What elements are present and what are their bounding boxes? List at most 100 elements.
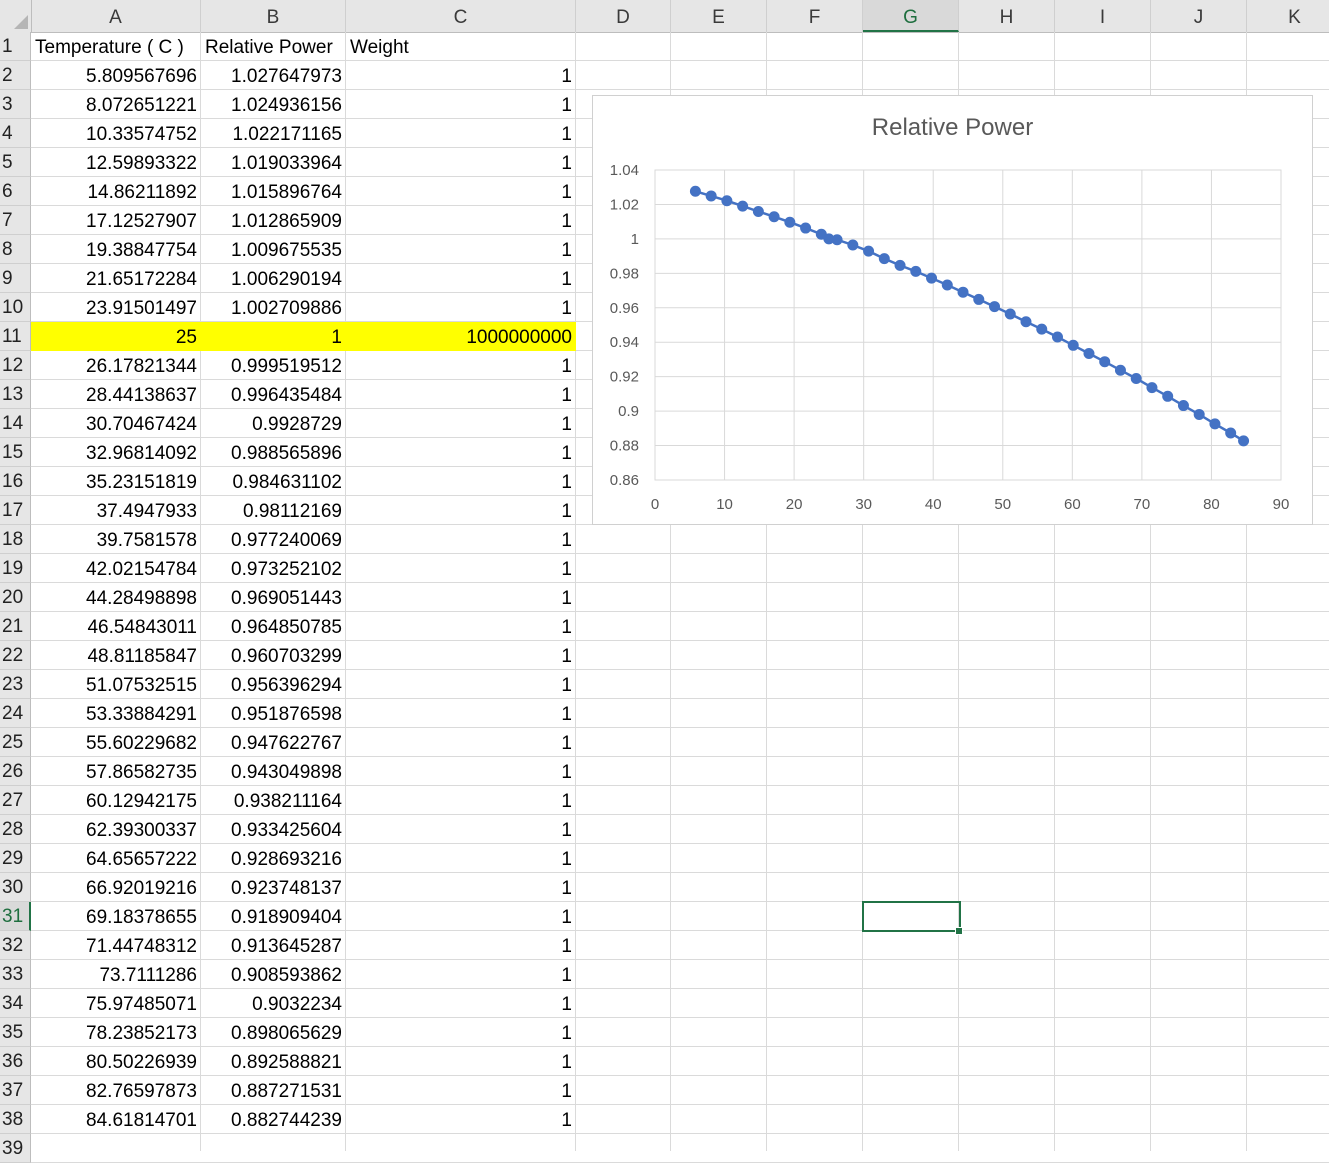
cell-a29[interactable]: 64.65657222 <box>31 844 201 873</box>
row-header-26[interactable]: 26 <box>0 757 31 786</box>
cell-c27[interactable]: 1 <box>346 786 576 815</box>
cell-c17[interactable]: 1 <box>346 496 576 525</box>
cell-b15[interactable]: 0.988565896 <box>201 438 346 467</box>
row-header-9[interactable]: 9 <box>0 264 31 293</box>
row-header-12[interactable]: 12 <box>0 351 31 380</box>
row-header-30[interactable]: 30 <box>0 873 31 902</box>
cell-b18[interactable]: 0.977240069 <box>201 525 346 554</box>
cell-a10[interactable]: 23.91501497 <box>31 293 201 322</box>
cell-c36[interactable]: 1 <box>346 1047 576 1076</box>
row-header-11[interactable]: 11 <box>0 322 31 351</box>
cell-c13[interactable]: 1 <box>346 380 576 409</box>
cell-b26[interactable]: 0.943049898 <box>201 757 346 786</box>
row-header-25[interactable]: 25 <box>0 728 31 757</box>
cell-a26[interactable]: 57.86582735 <box>31 757 201 786</box>
row-header-38[interactable]: 38 <box>0 1105 31 1134</box>
cell-b4[interactable]: 1.022171165 <box>201 119 346 148</box>
cell-a24[interactable]: 53.33884291 <box>31 699 201 728</box>
row-header-21[interactable]: 21 <box>0 612 31 641</box>
cell-b7[interactable]: 1.012865909 <box>201 206 346 235</box>
cell-b13[interactable]: 0.996435484 <box>201 380 346 409</box>
row-header-32[interactable]: 32 <box>0 931 31 960</box>
cell-a13[interactable]: 28.44138637 <box>31 380 201 409</box>
cell-c31[interactable]: 1 <box>346 902 576 931</box>
cell-b25[interactable]: 0.947622767 <box>201 728 346 757</box>
column-header-i[interactable]: I <box>1055 0 1151 32</box>
row-header-1[interactable]: 1 <box>0 32 31 61</box>
row-header-8[interactable]: 8 <box>0 235 31 264</box>
cell-a11[interactable]: 25 <box>31 322 201 351</box>
cell-a19[interactable]: 42.02154784 <box>31 554 201 583</box>
row-header-4[interactable]: 4 <box>0 119 31 148</box>
cell-a37[interactable]: 82.76597873 <box>31 1076 201 1105</box>
cell-a9[interactable]: 21.65172284 <box>31 264 201 293</box>
row-header-33[interactable]: 33 <box>0 960 31 989</box>
cell-a38[interactable]: 84.61814701 <box>31 1105 201 1134</box>
column-header-c[interactable]: C <box>346 0 576 32</box>
cell-c16[interactable]: 1 <box>346 467 576 496</box>
cell-b31[interactable]: 0.918909404 <box>201 902 346 931</box>
row-header-28[interactable]: 28 <box>0 815 31 844</box>
cell-a31[interactable]: 69.18378655 <box>31 902 201 931</box>
row-header-18[interactable]: 18 <box>0 525 31 554</box>
cell-b17[interactable]: 0.98112169 <box>201 496 346 525</box>
cell-b8[interactable]: 1.009675535 <box>201 235 346 264</box>
cell-a2[interactable]: 5.809567696 <box>31 61 201 90</box>
cell-c14[interactable]: 1 <box>346 409 576 438</box>
cell-c12[interactable]: 1 <box>346 351 576 380</box>
column-header-k[interactable]: K <box>1247 0 1329 32</box>
cell-a4[interactable]: 10.33574752 <box>31 119 201 148</box>
column-header-g[interactable]: G <box>863 0 959 32</box>
row-header-3[interactable]: 3 <box>0 90 31 119</box>
cell-a33[interactable]: 73.7111286 <box>31 960 201 989</box>
column-header-f[interactable]: F <box>767 0 863 32</box>
cell-b29[interactable]: 0.928693216 <box>201 844 346 873</box>
row-header-22[interactable]: 22 <box>0 641 31 670</box>
row-header-39[interactable]: 39 <box>0 1134 31 1163</box>
cell-c25[interactable]: 1 <box>346 728 576 757</box>
cell-c21[interactable]: 1 <box>346 612 576 641</box>
row-header-17[interactable]: 17 <box>0 496 31 525</box>
row-header-34[interactable]: 34 <box>0 989 31 1018</box>
cell-a25[interactable]: 55.60229682 <box>31 728 201 757</box>
select-all-corner[interactable] <box>0 0 32 32</box>
cell-a23[interactable]: 51.07532515 <box>31 670 201 699</box>
cell-c23[interactable]: 1 <box>346 670 576 699</box>
row-header-7[interactable]: 7 <box>0 206 31 235</box>
cell-a32[interactable]: 71.44748312 <box>31 931 201 960</box>
cell-a20[interactable]: 44.28498898 <box>31 583 201 612</box>
cell-a28[interactable]: 62.39300337 <box>31 815 201 844</box>
cell-c32[interactable]: 1 <box>346 931 576 960</box>
cell-a12[interactable]: 26.17821344 <box>31 351 201 380</box>
cell-c6[interactable]: 1 <box>346 177 576 206</box>
cell-b3[interactable]: 1.024936156 <box>201 90 346 119</box>
cell-b14[interactable]: 0.9928729 <box>201 409 346 438</box>
cell-a30[interactable]: 66.92019216 <box>31 873 201 902</box>
cell-a21[interactable]: 46.54843011 <box>31 612 201 641</box>
cell-c19[interactable]: 1 <box>346 554 576 583</box>
cell-a5[interactable]: 12.59893322 <box>31 148 201 177</box>
cell-c18[interactable]: 1 <box>346 525 576 554</box>
relative-power-chart[interactable]: Relative Power 0.86 0.88 0.9 0.92 0.94 0.96 0.… <box>592 95 1313 525</box>
column-header-b[interactable]: B <box>201 0 346 32</box>
fill-handle[interactable] <box>955 927 963 935</box>
row-header-5[interactable]: 5 <box>0 148 31 177</box>
cell-b30[interactable]: 0.923748137 <box>201 873 346 902</box>
cell-c22[interactable]: 1 <box>346 641 576 670</box>
cell-c26[interactable]: 1 <box>346 757 576 786</box>
cell-a27[interactable]: 60.12942175 <box>31 786 201 815</box>
row-header-36[interactable]: 36 <box>0 1047 31 1076</box>
cell-a7[interactable]: 17.12527907 <box>31 206 201 235</box>
cell-c37[interactable]: 1 <box>346 1076 576 1105</box>
column-header-j[interactable]: J <box>1151 0 1247 32</box>
cell-c35[interactable]: 1 <box>346 1018 576 1047</box>
cell-b20[interactable]: 0.969051443 <box>201 583 346 612</box>
cell-a22[interactable]: 48.81185847 <box>31 641 201 670</box>
row-header-20[interactable]: 20 <box>0 583 31 612</box>
cell-b1[interactable]: Relative Power <box>201 32 346 61</box>
cell-c39[interactable] <box>346 1134 576 1163</box>
column-header-h[interactable]: H <box>959 0 1055 32</box>
row-header-10[interactable]: 10 <box>0 293 31 322</box>
row-header-23[interactable]: 23 <box>0 670 31 699</box>
cell-b5[interactable]: 1.019033964 <box>201 148 346 177</box>
